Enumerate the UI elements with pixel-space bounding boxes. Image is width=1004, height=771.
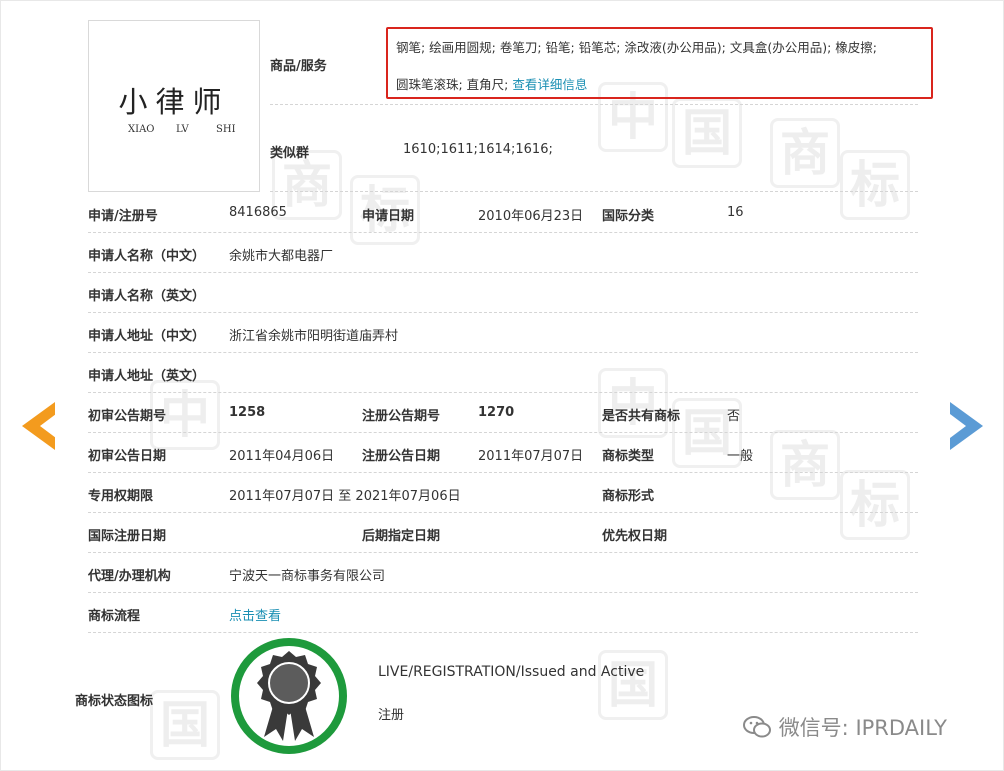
wechat-id-text: 微信号: IPRDAILY	[778, 716, 947, 740]
trademark-pinyin: SHI	[216, 124, 236, 135]
tm-type-label: 商标类型	[602, 449, 655, 464]
reg-pub-date-value: 2011年07月07日	[478, 449, 584, 464]
arrow-left-icon-inner	[40, 414, 56, 438]
trademark-image: 小律师 XIAO LV SHI	[88, 20, 260, 192]
watermark-glyph: 标	[840, 470, 910, 540]
similar-group-label: 类似群	[270, 146, 310, 161]
watermark-glyph: 国	[598, 650, 668, 720]
trademark-pinyin: LV	[176, 124, 189, 135]
prelim-no-label: 初审公告期号	[88, 409, 167, 424]
shared-value: 否	[727, 409, 741, 424]
goods-detail-link[interactable]: 查看详细信息	[512, 77, 587, 92]
divider	[270, 104, 918, 105]
divider	[88, 472, 918, 473]
applicant-cn-label: 申请人名称（中文）	[88, 249, 206, 264]
divider	[88, 392, 918, 393]
address-en-label: 申请人地址（英文）	[88, 369, 206, 384]
wechat-icon	[743, 716, 771, 738]
applicant-en-label: 申请人名称（英文）	[88, 289, 206, 304]
watermark-glyph: 中	[598, 368, 668, 438]
watermark-glyph: 国	[672, 98, 742, 168]
process-link[interactable]: 点击查看	[229, 605, 281, 624]
watermark-glyph: 商	[770, 430, 840, 500]
divider	[88, 632, 918, 633]
goods-list-continued: 圆珠笔滚珠; 直角尺; 查看详细信息	[396, 74, 587, 93]
divider	[270, 191, 918, 192]
reg-no-value: 8416865	[229, 205, 287, 220]
status-en: LIVE/REGISTRATION/Issued and Active	[378, 664, 645, 680]
reg-pub-date-label: 注册公告日期	[362, 449, 441, 464]
address-cn-value: 浙江省余姚市阳明街道庙弄村	[229, 329, 399, 344]
divider	[88, 312, 918, 313]
goods-list: 钢笔; 绘画用圆规; 卷笔刀; 铅笔; 铅笔芯; 涂改液(办公用品); 文具盒(…	[396, 40, 878, 55]
goods-label: 商品/服务	[270, 59, 327, 74]
reg-pub-no-label: 注册公告期号	[362, 409, 441, 424]
intl-reg-label: 国际注册日期	[88, 529, 167, 544]
status-cn: 注册	[378, 708, 405, 723]
later-designation-label: 后期指定日期	[362, 529, 441, 544]
prelim-date-label: 初审公告日期	[88, 449, 167, 464]
goods-highlight-box: 钢笔; 绘画用圆规; 卷笔刀; 铅笔; 铅笔芯; 涂改液(办公用品); 文具盒(…	[386, 27, 933, 99]
reg-no-label: 申请/注册号	[88, 209, 158, 224]
tm-type-value: 一般	[727, 449, 754, 464]
applicant-cn-value: 余姚市大都电器厂	[229, 249, 334, 264]
status-icon-label: 商标状态图标	[75, 694, 154, 709]
goods-list-text: 圆珠笔滚珠; 直角尺;	[396, 77, 509, 92]
registered-badge-icon	[231, 638, 347, 754]
divider	[88, 272, 918, 273]
apply-date-value: 2010年06月23日	[478, 209, 584, 224]
shared-label: 是否共有商标	[602, 409, 681, 424]
watermark-glyph: 商	[770, 118, 840, 188]
wechat-watermark: 微信号: IPRDAILY	[742, 712, 947, 742]
divider	[88, 512, 918, 513]
arrow-right-icon-inner	[950, 414, 966, 438]
exclusive-value: 2011年07月07日 至 2021年07月06日	[229, 489, 461, 504]
tm-form-label: 商标形式	[602, 489, 655, 504]
prelim-date-value: 2011年04月06日	[229, 449, 335, 464]
prelim-no-value: 1258	[229, 405, 266, 420]
divider	[88, 592, 918, 593]
divider	[88, 432, 918, 433]
trademark-logo-text: 小律师	[118, 85, 230, 119]
watermark-glyph: 标	[840, 150, 910, 220]
process-label: 商标流程	[88, 609, 141, 624]
watermark-glyph: 国	[150, 690, 220, 760]
divider	[88, 232, 918, 233]
divider	[88, 352, 918, 353]
address-cn-label: 申请人地址（中文）	[88, 329, 206, 344]
exclusive-label: 专用权期限	[88, 489, 154, 504]
agent-value: 宁波天一商标事务有限公司	[229, 569, 386, 584]
trademark-pinyin: XIAO	[128, 124, 155, 135]
intl-class-label: 国际分类	[602, 209, 655, 224]
similar-group-value: 1610;1611;1614;1616;	[403, 142, 553, 157]
reg-pub-no-value: 1270	[478, 405, 515, 420]
agent-label: 代理/办理机构	[88, 569, 171, 584]
priority-label: 优先权日期	[602, 529, 668, 544]
intl-class-value: 16	[727, 205, 744, 220]
divider	[88, 552, 918, 553]
apply-date-label: 申请日期	[362, 209, 415, 224]
